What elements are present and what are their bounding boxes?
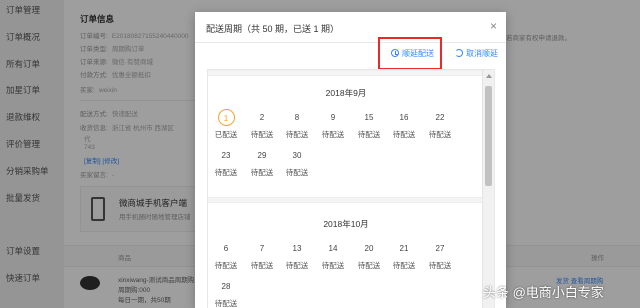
calendar-scroll-area[interactable]: 2018年9月 1 已配送 2 待配送 8 待配送 9 待配送 15 待配送 16 待配送 … [207, 69, 495, 308]
day-number: 15 [364, 113, 374, 122]
day-status: 待配送 [392, 261, 416, 270]
cancel-defer-button[interactable]: 取消顺延 [455, 48, 498, 59]
calendar-day[interactable]: 8 待配送 [279, 109, 315, 140]
scroll-up-arrow-icon[interactable] [486, 74, 492, 78]
calendar-day[interactable]: 20 待配送 [351, 240, 387, 271]
day-status: 待配送 [285, 130, 309, 139]
day-status: 待配送 [357, 261, 381, 270]
day-status: 待配送 [321, 261, 345, 270]
calendar-day[interactable]: 9 待配送 [315, 109, 351, 140]
close-icon[interactable]: × [490, 19, 497, 33]
day-number: 21 [399, 244, 409, 253]
day-number: 23 [221, 151, 231, 160]
calendar-day[interactable]: 15 待配送 [351, 109, 387, 140]
defer-label: 顺延配送 [402, 49, 434, 58]
day-status: 待配送 [392, 130, 416, 139]
day-number: 6 [223, 244, 229, 253]
day-number: 2 [259, 113, 265, 122]
watermark: 头条 @电商小白专家 [483, 285, 604, 300]
calendar-day[interactable]: 30 待配送 [279, 147, 315, 178]
calendar-day[interactable]: 22 待配送 [422, 109, 458, 140]
day-number: 13 [292, 244, 302, 253]
day-number: 8 [294, 113, 300, 122]
calendar-day[interactable]: 2 待配送 [244, 109, 280, 140]
defer-delivery-button[interactable]: 顺延配送 [391, 48, 434, 59]
divider [195, 42, 506, 43]
scroll-thumb[interactable] [485, 86, 492, 186]
day-number: 20 [364, 244, 374, 253]
calendar-day[interactable]: 14 待配送 [315, 240, 351, 271]
day-number: 22 [435, 113, 445, 122]
cancel-defer-label: 取消顺延 [466, 49, 498, 58]
day-number: 28 [221, 282, 231, 291]
calendar-day[interactable]: 28 待配送 [208, 278, 244, 308]
day-number: 14 [328, 244, 338, 253]
day-status: 已配送 [214, 130, 238, 139]
day-number: 30 [292, 151, 302, 160]
calendar-day[interactable]: 21 待配送 [386, 240, 422, 271]
day-status: 待配送 [357, 130, 381, 139]
day-status: 待配送 [214, 168, 238, 177]
clock-icon [391, 49, 399, 57]
calendar-scrollbar[interactable] [482, 70, 494, 308]
month-separator [208, 70, 484, 76]
calendar-day[interactable]: 16 待配送 [386, 109, 422, 140]
day-status: 待配送 [285, 168, 309, 177]
month-separator [208, 197, 484, 203]
calendar-day[interactable]: 27 待配送 [422, 240, 458, 271]
undo-icon [455, 49, 463, 57]
day-status: 待配送 [214, 261, 238, 270]
delivery-schedule-dialog: 配送周期（共 50 期，已送 1 期） × 顺延配送 取消顺延 2018年9月 … [195, 12, 506, 308]
dialog-title: 配送周期（共 50 期，已送 1 期） [206, 24, 340, 34]
calendar-day[interactable]: 23 待配送 [208, 147, 244, 178]
calendar-day[interactable]: 6 待配送 [208, 240, 244, 271]
day-status: 待配送 [428, 261, 452, 270]
calendar-day[interactable]: 1 已配送 [208, 109, 244, 140]
day-number: 27 [435, 244, 445, 253]
day-number: 29 [257, 151, 267, 160]
month-title: 2018年10月 [323, 219, 369, 229]
day-number: 16 [399, 113, 409, 122]
day-number: 9 [330, 113, 336, 122]
day-status: 待配送 [214, 299, 238, 308]
day-status: 待配送 [250, 261, 274, 270]
calendar-day[interactable]: 13 待配送 [279, 240, 315, 271]
day-number: 7 [259, 244, 265, 253]
day-status: 待配送 [428, 130, 452, 139]
calendar-day[interactable]: 7 待配送 [244, 240, 280, 271]
day-status: 待配送 [250, 168, 274, 177]
day-status: 待配送 [250, 130, 274, 139]
day-number: 1 [217, 109, 235, 126]
day-status: 待配送 [285, 261, 309, 270]
month-title: 2018年9月 [325, 88, 367, 98]
calendar-day[interactable]: 29 待配送 [244, 147, 280, 178]
day-status: 待配送 [321, 130, 345, 139]
